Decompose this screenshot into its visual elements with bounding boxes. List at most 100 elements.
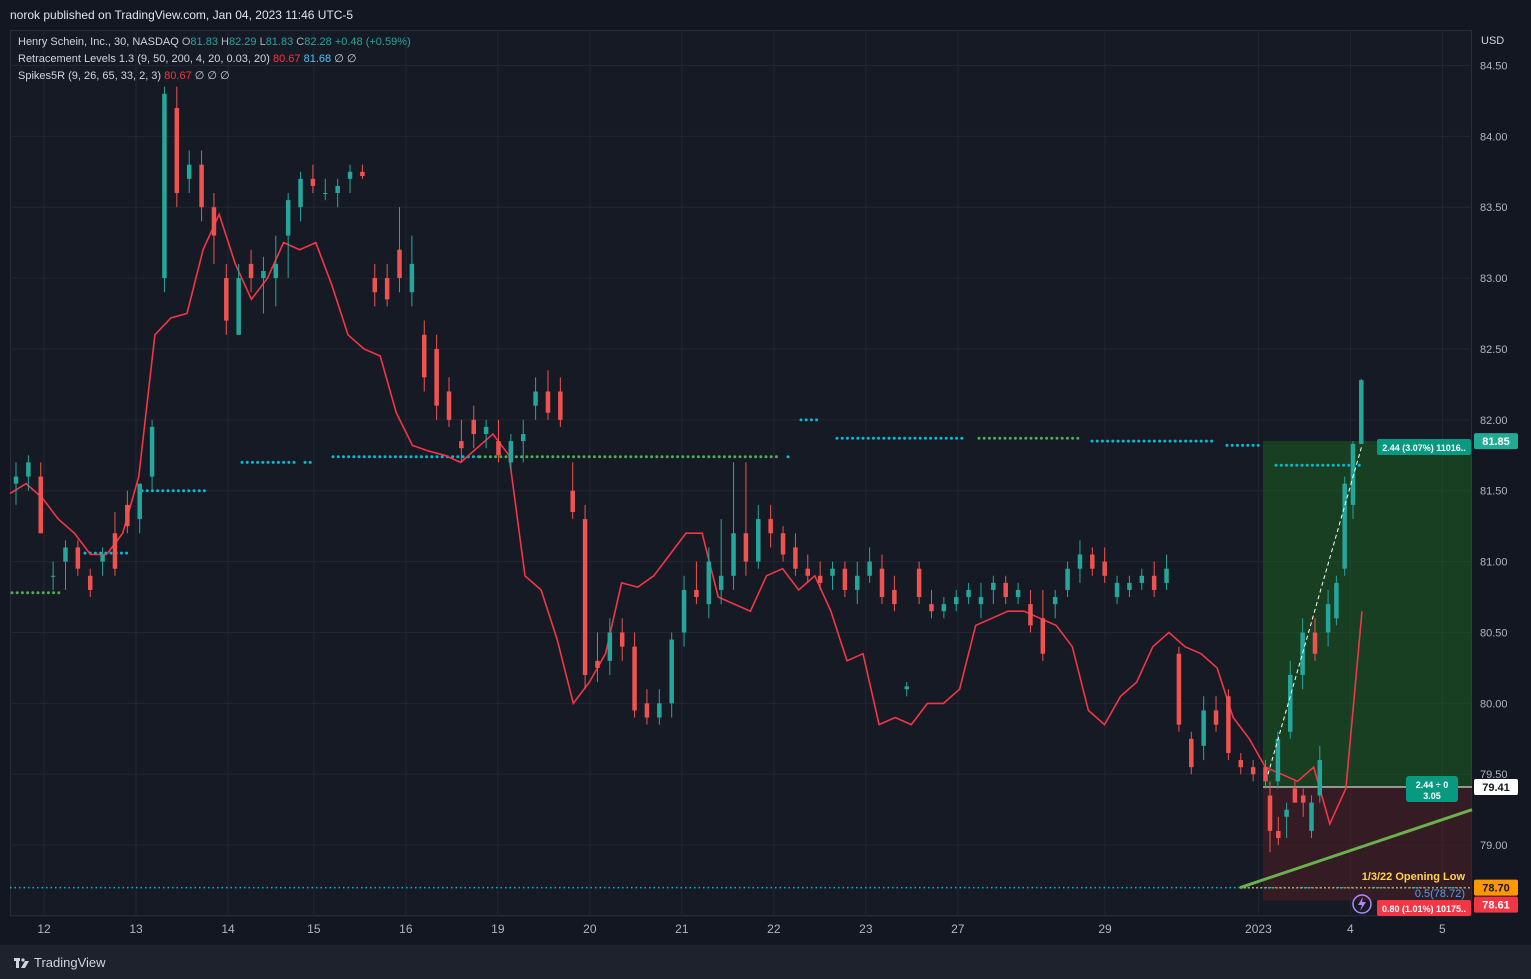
- candle: [632, 646, 637, 711]
- candles: [13, 86, 1364, 853]
- candle: [199, 164, 204, 208]
- legend-indicator-2[interactable]: Spikes5R (9, 26, 65, 33, 2, 3) 80.67 ∅ ∅…: [18, 68, 411, 85]
- level-dot: [1347, 463, 1351, 467]
- level-dot: [1152, 439, 1156, 443]
- legend-indicator-1[interactable]: Retracement Levels 1.3 (9, 50, 200, 4, 2…: [18, 51, 411, 68]
- level-dot: [357, 455, 361, 459]
- y-tick-label: 82.50: [1480, 344, 1508, 356]
- level-dot: [691, 455, 695, 459]
- candle: [1090, 554, 1095, 569]
- price-chart[interactable]: USD79.0079.5080.0080.5081.0081.5082.0082…: [0, 0, 1531, 979]
- level-dot: [419, 455, 423, 459]
- level-dot: [425, 455, 429, 459]
- candle: [570, 490, 575, 512]
- level-dot: [1246, 443, 1250, 447]
- level-dot: [341, 455, 345, 459]
- level-dot: [598, 455, 602, 459]
- level-dot: [46, 591, 50, 595]
- y-tick-label: 80.00: [1480, 698, 1508, 710]
- level-dot: [918, 436, 922, 440]
- level-dot: [367, 455, 371, 459]
- level-dot: [336, 455, 340, 459]
- candle: [273, 263, 279, 279]
- candle: [1028, 604, 1033, 626]
- level-dot: [20, 591, 24, 595]
- indicator-2-value-2: ∅ ∅ ∅: [194, 70, 230, 82]
- level-dot: [187, 489, 191, 493]
- level-dot: [743, 455, 747, 459]
- level-dot: [488, 455, 492, 459]
- level-dot: [1024, 436, 1028, 440]
- indicator-1-value-3: ∅ ∅: [334, 53, 357, 65]
- level-dot: [1055, 436, 1059, 440]
- level-dot: [256, 460, 260, 464]
- change-value: +0.48 (+0.59%): [334, 36, 411, 48]
- x-tick-label: 2023: [1245, 922, 1272, 936]
- y-tick-label: 83.50: [1480, 202, 1508, 214]
- candle: [694, 589, 699, 598]
- level-dot: [202, 489, 206, 493]
- candle: [768, 519, 773, 534]
- level-dot: [119, 551, 123, 555]
- high-value: 82.29: [228, 36, 257, 48]
- candle-recent: [1359, 380, 1364, 444]
- candle: [916, 568, 922, 598]
- level-dot: [1003, 436, 1007, 440]
- chart-legend: Henry Schein, Inc., 30, NASDAQ O81.83 H8…: [18, 34, 411, 85]
- candle: [879, 568, 885, 598]
- level-dot: [409, 455, 413, 459]
- y-tick-label: 82.00: [1480, 415, 1508, 427]
- level-dot: [1095, 439, 1099, 443]
- symbol-name[interactable]: Henry Schein, Inc., 30, NASDAQ: [18, 36, 179, 48]
- candle: [929, 604, 934, 612]
- candle: [657, 703, 662, 718]
- x-tick-label: 20: [583, 922, 597, 936]
- level-dot: [1008, 436, 1012, 440]
- indicator-1-value-2: 81.68: [303, 53, 332, 65]
- candle: [793, 547, 798, 569]
- tradingview-brand[interactable]: TradingView: [14, 955, 106, 970]
- level-dot: [897, 436, 901, 440]
- level-dot: [378, 455, 382, 459]
- level-dot: [52, 591, 56, 595]
- level-dot: [786, 455, 790, 459]
- level-dot: [877, 436, 881, 440]
- level-dot: [769, 455, 773, 459]
- candle: [1226, 696, 1231, 753]
- level-dot: [1316, 463, 1320, 467]
- level-dot: [303, 460, 307, 464]
- level-dot: [759, 455, 763, 459]
- level-dot: [1331, 463, 1335, 467]
- level-dot: [520, 455, 524, 459]
- level-dot: [1310, 463, 1314, 467]
- level-dot: [650, 455, 654, 459]
- level-dot: [1305, 463, 1309, 467]
- price-tag: 81.85: [1482, 436, 1510, 448]
- level-dot: [1116, 439, 1120, 443]
- level-dot: [1321, 463, 1325, 467]
- candle: [1238, 760, 1244, 768]
- level-dot: [1060, 436, 1064, 440]
- candle-recent: [1292, 788, 1298, 803]
- level-dot: [362, 455, 366, 459]
- level-dot: [561, 455, 565, 459]
- level-dot: [1189, 439, 1193, 443]
- level-dot: [1039, 436, 1043, 440]
- level-dot: [1076, 436, 1080, 440]
- y-tick-label: 81.00: [1480, 557, 1508, 569]
- candle: [248, 263, 254, 279]
- candle: [38, 476, 43, 534]
- candle: [508, 441, 514, 463]
- x-tick-label: 15: [307, 922, 321, 936]
- low-value: 81.83: [265, 36, 294, 48]
- level-dot: [535, 455, 539, 459]
- level-dot: [804, 418, 808, 422]
- level-dot: [608, 455, 612, 459]
- level-dot: [176, 489, 180, 493]
- candle: [817, 575, 823, 583]
- level-dot: [939, 436, 943, 440]
- level-dot: [1256, 443, 1260, 447]
- level-dot: [624, 455, 628, 459]
- level-dot: [308, 460, 312, 464]
- candle: [1040, 618, 1046, 654]
